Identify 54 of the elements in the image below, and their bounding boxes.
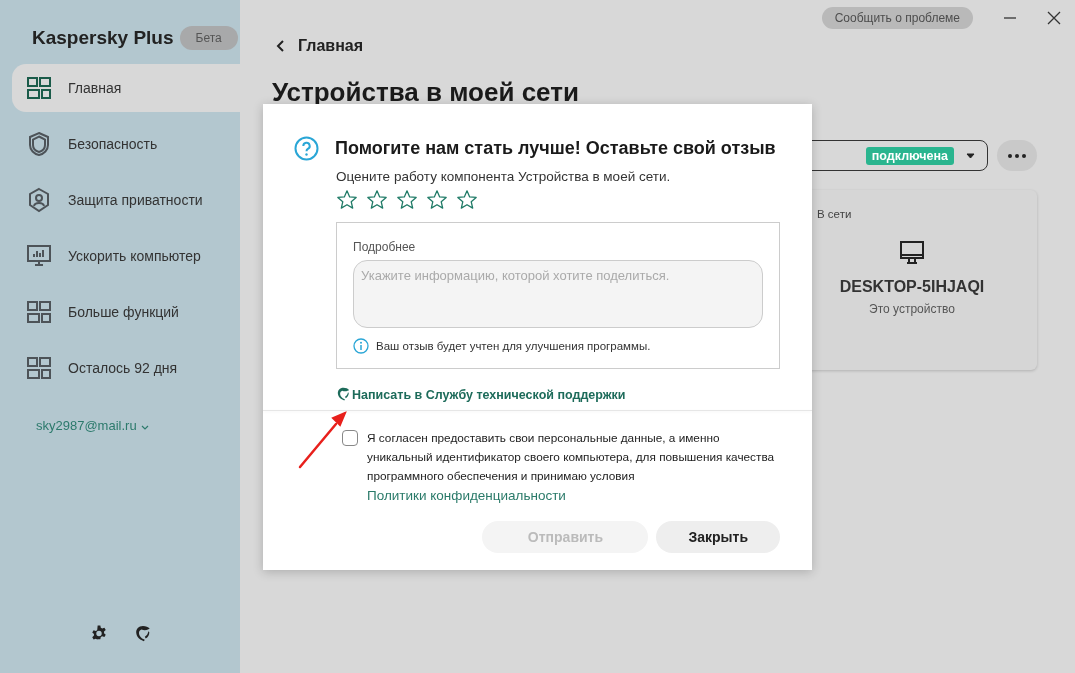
sidebar-item[interactable]: Ускорить компьютер [12, 228, 240, 284]
info-icon [353, 338, 369, 354]
support-agent-icon[interactable] [134, 625, 152, 643]
device-subtitle: Это устройство [869, 302, 955, 316]
star-icon[interactable] [366, 189, 388, 211]
rating-prompt: Оцените работу компонента Устройства в моей сети. [336, 169, 672, 184]
close-button[interactable]: Закрыть [656, 521, 780, 553]
online-status: В сети [817, 208, 852, 220]
sidebar-item[interactable]: Безопасность [12, 116, 240, 172]
consent-checkbox[interactable] [342, 430, 358, 446]
report-problem-button[interactable]: Сообщить о проблеме [821, 7, 973, 29]
sidebar-item-label: Ускорить компьютер [68, 248, 201, 264]
sidebar-item-label: Осталось 92 дня [68, 360, 178, 376]
page-title: Устройства в моей сети [272, 77, 580, 108]
privacy-policy-link[interactable]: Политики конфиденциальности [367, 488, 566, 503]
back-link[interactable]: Главная [298, 37, 364, 55]
annotation-arrow [298, 411, 347, 469]
status-badge: подключена [865, 146, 954, 165]
caret-icon [966, 152, 975, 159]
star-icon[interactable] [336, 189, 358, 211]
star-icon[interactable] [426, 189, 448, 211]
tiles-icon [26, 299, 52, 325]
sidebar-item-label: Главная [68, 80, 122, 96]
more-button[interactable] [997, 140, 1037, 171]
star-icon[interactable] [396, 189, 418, 211]
sidebar-item[interactable]: Осталось 92 дня [12, 340, 240, 396]
app-title: Kaspersky Plus [32, 27, 174, 49]
device-name: DESKTOP-5IHJAQI [839, 278, 985, 296]
star-icon[interactable] [456, 189, 478, 211]
details-field[interactable]: Укажите информацию, которой хотите поделиться. [353, 260, 763, 328]
privacy-shield-icon [26, 187, 52, 213]
beta-badge: Бета [179, 26, 238, 50]
dialog-title: Помогите нам стать лучше! Оставьте свой отзыв [335, 138, 776, 159]
help-icon [294, 136, 319, 161]
sidebar-item[interactable]: Главная [12, 64, 240, 112]
sidebar-item-label: Защита приватности [68, 192, 203, 208]
tiles-icon [26, 355, 52, 381]
support-agent-icon [336, 387, 351, 402]
monitor-icon [899, 240, 925, 266]
sidebar-item-label: Безопасность [68, 136, 158, 152]
chevron-down-icon [140, 424, 149, 430]
tiles-icon [26, 75, 52, 101]
details-label: Подробнее [353, 240, 417, 254]
close-icon[interactable] [1047, 11, 1061, 25]
shield-icon [26, 131, 52, 157]
sidebar-item-label: Больше функций [68, 304, 179, 320]
consent-text: Я согласен предоставить свои персональные данные, а именно уникальный идентификатор своего компьютера, для повышения качества программного обеспечения и принимаю условия Политики конфиденциальности [367, 430, 776, 505]
back-chevron-icon[interactable] [276, 40, 286, 52]
info-note: Ваш отзыв будет учтен для улучшения программы. [376, 340, 651, 352]
sidebar-item[interactable]: Защита приватности [12, 172, 240, 228]
monitor-chart-icon [26, 243, 52, 269]
sidebar-item[interactable]: Больше функций [12, 284, 240, 340]
support-link[interactable]: Написать в Службу технической поддержки [336, 387, 626, 402]
more-icon [1008, 153, 1026, 158]
